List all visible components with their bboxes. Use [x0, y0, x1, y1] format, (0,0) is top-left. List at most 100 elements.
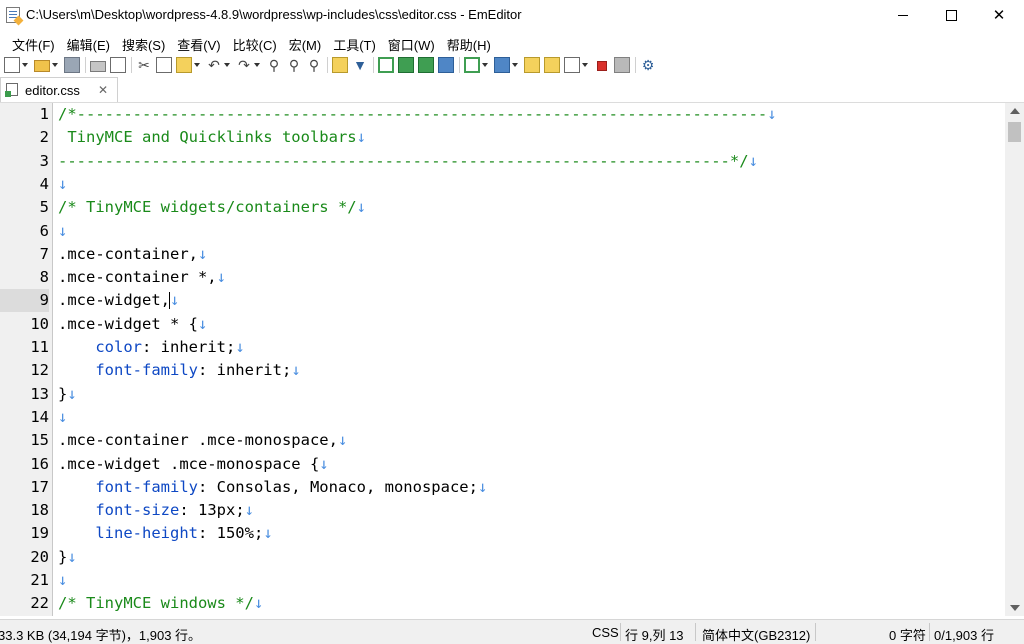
- status-cursor-position[interactable]: 行 9,列 13: [625, 625, 684, 644]
- code-line[interactable]: 7 .mce-container,↓: [0, 243, 1005, 266]
- code-line[interactable]: 9 .mce-widget,↓: [0, 289, 1005, 313]
- run-macro-icon[interactable]: [614, 56, 630, 73]
- menu-view[interactable]: 查看(V): [171, 31, 226, 53]
- code-line[interactable]: 22 /* TinyMCE windows */↓: [0, 592, 1005, 615]
- menu-tools[interactable]: 工具(T): [327, 31, 382, 53]
- code-line[interactable]: 12 font-family: inherit;↓: [0, 359, 1005, 382]
- menu-compare[interactable]: 比较(C): [227, 31, 283, 53]
- code-line[interactable]: 16 .mce-widget .mce-monospace {↓: [0, 453, 1005, 476]
- code-line[interactable]: 18 font-size: 13px;↓: [0, 499, 1005, 522]
- settings-icon[interactable]: ⚙: [640, 57, 656, 73]
- code-text: ↓: [58, 173, 67, 196]
- select-mode-dropdown-icon[interactable]: [582, 62, 588, 67]
- redo-icon[interactable]: ↷: [236, 57, 252, 73]
- open-folder-icon[interactable]: [34, 59, 50, 72]
- menu-edit[interactable]: 编辑(E): [61, 31, 116, 53]
- code-text: .mce-container,↓: [58, 243, 207, 266]
- css-property: color: [95, 338, 142, 356]
- scroll-thumb[interactable]: [1008, 122, 1021, 142]
- status-language[interactable]: CSS: [592, 625, 619, 640]
- new-file-dropdown-icon[interactable]: [22, 62, 28, 67]
- save-icon[interactable]: [64, 56, 80, 73]
- scroll-up-icon[interactable]: [1010, 108, 1020, 114]
- tab-close-icon[interactable]: ✕: [98, 83, 108, 97]
- code-text: ----------------------------------------…: [58, 150, 758, 173]
- copy-icon[interactable]: [156, 56, 172, 73]
- code-line[interactable]: 11 color: inherit;↓: [0, 336, 1005, 359]
- line-number: 20: [30, 547, 49, 566]
- paste-dropdown-icon[interactable]: [194, 62, 200, 67]
- print-preview-icon[interactable]: [110, 56, 126, 73]
- maximize-button[interactable]: [928, 0, 974, 30]
- line-number: 6: [39, 221, 49, 240]
- code-line[interactable]: 13}↓: [0, 383, 1005, 406]
- snippets-icon[interactable]: [524, 56, 540, 73]
- code-line[interactable]: 15 .mce-container .mce-monospace,↓: [0, 429, 1005, 452]
- wrap-window-icon[interactable]: [398, 56, 414, 73]
- vertical-scrollbar[interactable]: [1005, 103, 1024, 616]
- scroll-down-icon[interactable]: [1010, 605, 1020, 611]
- wrap-none-icon[interactable]: [378, 56, 394, 73]
- undo-dropdown-icon[interactable]: [224, 62, 230, 67]
- word-count-icon[interactable]: [544, 56, 560, 73]
- find-in-files-icon[interactable]: [332, 56, 348, 73]
- menu-window[interactable]: 窗口(W): [382, 31, 441, 53]
- undo-icon[interactable]: ↶: [206, 57, 222, 73]
- code-token: .mce-container *,: [58, 268, 217, 287]
- toolbar-divider: [131, 56, 132, 73]
- code-line[interactable]: 2 TinyMCE and Quicklinks toolbars↓: [0, 126, 1005, 149]
- menu-search[interactable]: 搜索(S): [116, 31, 171, 53]
- code-text: ↓: [58, 569, 67, 592]
- code-line[interactable]: 5 /* TinyMCE widgets/containers */↓: [0, 196, 1005, 219]
- code-token: .mce-widget * {: [58, 314, 198, 333]
- text-editor[interactable]: 1 /*-------------------------------------…: [0, 103, 1005, 616]
- code-line[interactable]: 14 ↓: [0, 406, 1005, 429]
- outline-dropdown-icon[interactable]: [512, 62, 518, 67]
- code-line[interactable]: 4 ↓: [0, 173, 1005, 196]
- menu-help[interactable]: 帮助(H): [441, 31, 497, 53]
- eol-mark-icon: ↓: [67, 384, 77, 403]
- close-window-button[interactable]: ✕: [976, 0, 1022, 30]
- code-line[interactable]: 21 ↓: [0, 569, 1005, 592]
- wrap-char-icon[interactable]: [418, 56, 434, 73]
- code-text: font-size: 13px;↓: [58, 499, 254, 522]
- select-mode-icon[interactable]: [564, 56, 580, 73]
- paste-icon[interactable]: [176, 56, 192, 73]
- code-line[interactable]: 10 .mce-widget * {↓: [0, 313, 1005, 336]
- outline-icon[interactable]: [494, 56, 510, 73]
- code-token: : inherit;: [142, 338, 236, 356]
- toolbar-divider: [327, 56, 328, 73]
- eol-mark-icon: ↓: [197, 244, 208, 263]
- menu-file[interactable]: 文件(F): [6, 31, 61, 53]
- find-prev-icon[interactable]: ⚲: [306, 57, 322, 73]
- new-file-icon[interactable]: [4, 56, 20, 73]
- emeditor-app-icon[interactable]: [6, 7, 20, 23]
- minimize-button[interactable]: [880, 0, 926, 30]
- open-dropdown-icon[interactable]: [52, 62, 58, 67]
- code-line[interactable]: 8 .mce-container *,↓: [0, 266, 1005, 289]
- code-line[interactable]: 6 ↓: [0, 220, 1005, 243]
- code-token: }: [58, 384, 68, 403]
- filter-icon[interactable]: ▼: [352, 57, 368, 73]
- wrap-page-icon[interactable]: [438, 56, 454, 73]
- print-icon[interactable]: [90, 60, 106, 72]
- line-number: 10: [30, 314, 49, 333]
- code-line[interactable]: 20}↓: [0, 546, 1005, 569]
- code-line[interactable]: 1 /*-------------------------------------…: [0, 103, 1005, 126]
- code-line[interactable]: 3 ---------------------------------------…: [0, 150, 1005, 173]
- redo-dropdown-icon[interactable]: [254, 62, 260, 67]
- status-encoding[interactable]: 简体中文(GB2312): [702, 625, 810, 644]
- css-property: font-family: [95, 361, 198, 380]
- cut-icon[interactable]: ✂: [136, 57, 152, 73]
- find-icon[interactable]: ⚲: [266, 57, 282, 73]
- record-macro-icon[interactable]: [597, 61, 607, 71]
- find-next-icon[interactable]: ⚲: [286, 57, 302, 73]
- line-number: 16: [30, 454, 49, 473]
- tab-editor-css[interactable]: editor.css ✕: [0, 77, 118, 102]
- code-text: /* TinyMCE windows */↓: [58, 592, 263, 615]
- bookmark-dropdown-icon[interactable]: [482, 62, 488, 67]
- bookmark-icon[interactable]: [464, 56, 480, 73]
- code-line[interactable]: 19 line-height: 150%;↓: [0, 522, 1005, 545]
- menu-macros[interactable]: 宏(M): [283, 31, 328, 53]
- code-line[interactable]: 17 font-family: Consolas, Monaco, monosp…: [0, 476, 1005, 499]
